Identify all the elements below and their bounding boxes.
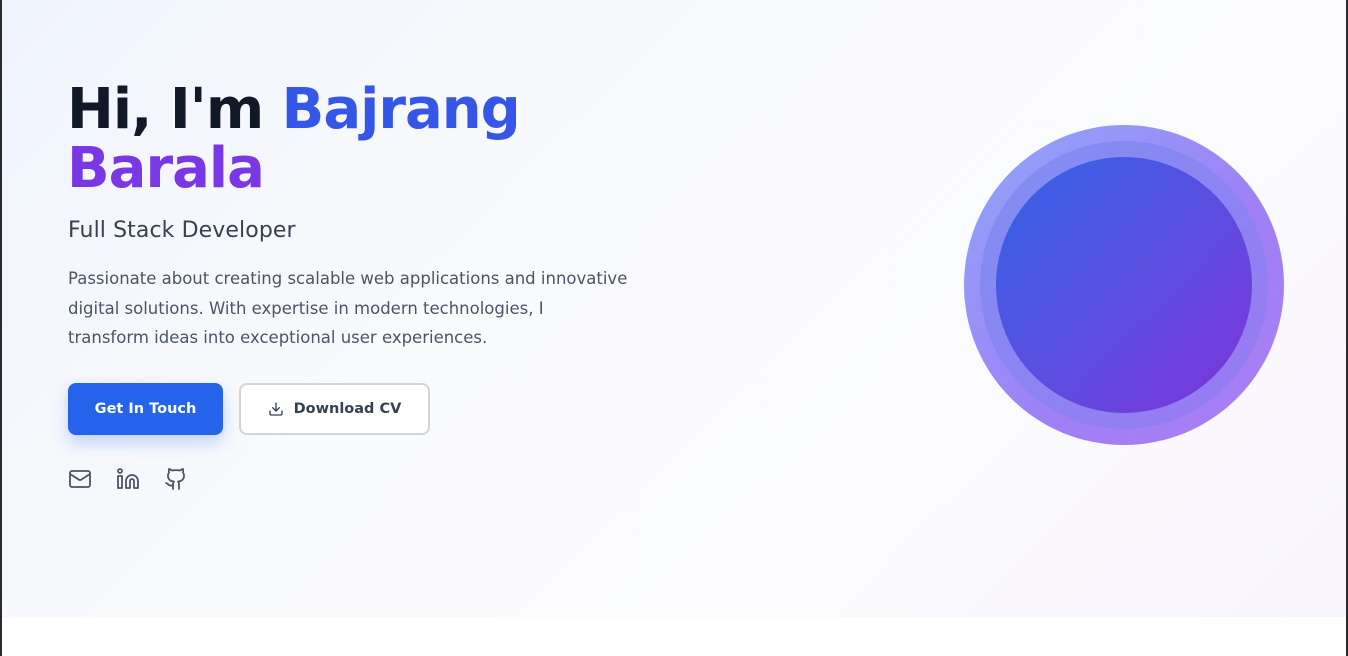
avatar-circle xyxy=(996,157,1252,413)
linkedin-icon[interactable] xyxy=(116,467,140,491)
get-in-touch-button[interactable]: Get In Touch xyxy=(68,383,223,435)
role-title: Full Stack Developer xyxy=(68,218,296,243)
download-icon xyxy=(268,401,284,417)
hero-description: Passionate about creating scalable web a… xyxy=(68,269,628,347)
mail-icon[interactable] xyxy=(68,467,92,491)
name-last: Barala xyxy=(67,136,265,201)
profile-avatar xyxy=(964,125,1284,445)
browser-viewport: Hi, I'm Bajrang Barala Full Stack Develop… xyxy=(0,0,1348,656)
hero-heading: Hi, I'm Bajrang Barala xyxy=(67,77,521,201)
avatar-ring xyxy=(980,141,1268,429)
greeting-text: Hi, I'm xyxy=(67,77,282,142)
github-icon[interactable] xyxy=(164,467,188,491)
download-cv-button[interactable]: Download CV xyxy=(239,383,430,435)
name-first: Bajrang xyxy=(281,77,521,142)
hero-section: Hi, I'm Bajrang Barala Full Stack Develop… xyxy=(2,0,1346,617)
download-cv-label: Download CV xyxy=(293,401,402,417)
social-links xyxy=(68,467,188,491)
